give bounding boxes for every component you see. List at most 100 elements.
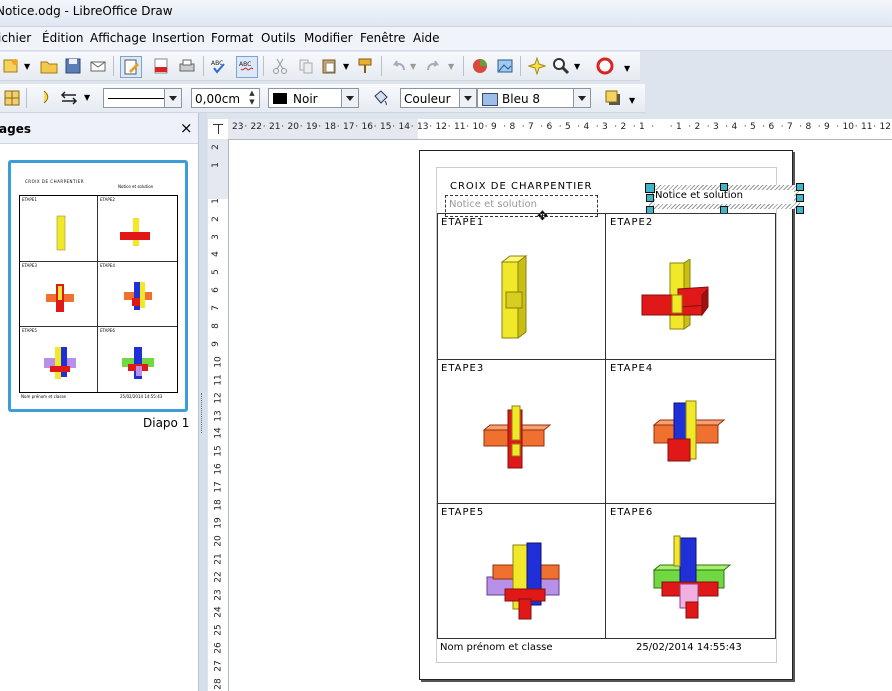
resize-handle[interactable] — [796, 194, 804, 202]
puzzle-image-step1[interactable] — [488, 254, 538, 344]
print-icon[interactable] — [178, 57, 196, 75]
ruler-tick-label: 10 — [213, 356, 224, 368]
menu-affichage[interactable]: Affichage — [90, 31, 146, 45]
redo-dropdown-icon[interactable]: ▼ — [448, 62, 454, 71]
zoom-icon[interactable] — [552, 57, 570, 75]
menu-aide[interactable]: Aide — [413, 31, 440, 45]
cut-icon[interactable] — [271, 57, 289, 75]
chevron-down-icon[interactable] — [341, 89, 358, 107]
selected-textbox-text[interactable]: Notice et solution — [655, 190, 743, 201]
thumbnail-footer-left: Nom prénom et classe — [21, 394, 67, 399]
fill-type-select[interactable]: Couleur — [400, 88, 477, 108]
menu-fichier[interactable]: ichier — [0, 31, 31, 45]
ruler-tick-mark: · — [355, 122, 359, 132]
help-icon[interactable] — [596, 57, 614, 75]
ruler-tick-mark: · — [244, 122, 248, 132]
menu-outils[interactable]: Outils — [261, 31, 296, 45]
document-title[interactable]: CROIX DE CHARPENTIER — [450, 181, 592, 192]
open-folder-icon[interactable] — [40, 57, 58, 75]
copy-icon[interactable] — [297, 57, 315, 75]
chevron-down-icon[interactable] — [164, 89, 181, 107]
line-style-icon[interactable] — [35, 89, 53, 107]
new-document-icon[interactable] — [2, 57, 20, 75]
paste-dropdown-icon[interactable]: ▼ — [343, 62, 349, 71]
insert-image-icon[interactable] — [496, 57, 514, 75]
thumbnail-cell-label: ETAPE6 — [100, 328, 115, 333]
menu-format[interactable]: Format — [211, 31, 253, 45]
toolbar-overflow-icon[interactable]: ▼ — [624, 64, 630, 73]
new-dropdown-icon[interactable]: ▼ — [24, 62, 30, 71]
footer-name[interactable]: Nom prénom et classe — [440, 642, 553, 653]
ruler-tick-mark: · — [262, 122, 266, 132]
menu-fenetre[interactable]: Fenêtre — [360, 31, 405, 45]
points-icon[interactable] — [528, 57, 546, 75]
ruler-tick-label: 5 — [750, 122, 756, 132]
footer-datetime[interactable]: 25/02/2014 14:55:43 — [636, 642, 742, 653]
arrow-style-icon[interactable] — [60, 89, 78, 107]
ruler-corner[interactable] — [208, 119, 229, 140]
ruler-tick-label: 9 — [210, 341, 221, 347]
menu-insertion[interactable]: Insertion — [152, 31, 205, 45]
arrow-style-dropdown-icon[interactable]: ▼ — [84, 93, 90, 102]
slide-thumbnail[interactable]: CROIX DE CHARPENTIER Notice et solution … — [8, 160, 188, 412]
email-icon[interactable] — [89, 57, 107, 75]
toolbar-overflow-icon[interactable]: ▼ — [629, 96, 635, 105]
edit-mode-icon[interactable] — [120, 56, 142, 78]
undo-icon[interactable] — [390, 57, 408, 75]
puzzle-image-step6[interactable] — [648, 534, 733, 624]
panel-splitter[interactable] — [199, 113, 207, 691]
thumbnail-grid-line — [20, 326, 177, 327]
splitter-grip[interactable] — [201, 393, 205, 433]
spellcheck-icon[interactable]: ABC — [210, 57, 228, 75]
document-page[interactable]: CROIX DE CHARPENTIER Notice et solution … — [419, 150, 804, 680]
resize-handle[interactable] — [720, 183, 728, 191]
ruler-tick-label: 19 — [213, 517, 224, 529]
save-icon[interactable] — [64, 57, 82, 75]
ruler-tick-mark: · — [762, 122, 766, 132]
puzzle-image-step2[interactable] — [638, 259, 728, 339]
resize-handle[interactable] — [645, 183, 655, 193]
puzzle-image-step5[interactable] — [483, 539, 568, 624]
puzzle-image-step4[interactable] — [648, 399, 728, 474]
ruler-tick-mark: · — [669, 122, 673, 132]
shadow-icon[interactable] — [604, 89, 622, 107]
svg-text:ABC: ABC — [239, 61, 251, 68]
export-pdf-icon[interactable] — [152, 57, 170, 75]
line-width-spinner[interactable]: ▲ ▼ — [245, 89, 259, 107]
line-color-select[interactable]: Noir — [268, 88, 359, 108]
line-style-select[interactable] — [103, 88, 182, 108]
title-bar: Notice.odg - LibreOffice Draw — [0, 0, 892, 27]
paste-icon[interactable] — [320, 57, 338, 75]
fill-color-select[interactable]: Bleu 8 — [477, 88, 591, 108]
ruler-tick-mark: · — [410, 122, 414, 132]
resize-handle[interactable] — [796, 183, 804, 191]
ruler-tick-label: 8 — [210, 323, 221, 329]
window-title: Notice.odg - LibreOffice Draw — [0, 4, 173, 18]
zoom-dropdown-icon[interactable]: ▼ — [574, 62, 580, 71]
autospellcheck-icon[interactable]: ABC — [236, 56, 258, 78]
close-icon[interactable]: × — [180, 119, 193, 137]
selected-textbox-body[interactable]: Notice et solution — [655, 190, 794, 204]
fill-bucket-icon[interactable] — [371, 89, 389, 107]
chart-icon[interactable] — [471, 57, 489, 75]
menu-edition[interactable]: Édition — [42, 31, 84, 45]
ruler-tick-mark: · — [799, 122, 803, 132]
clone-formatting-icon[interactable] — [356, 57, 374, 75]
undo-dropdown-icon[interactable]: ▼ — [410, 62, 416, 71]
chevron-down-icon[interactable] — [573, 89, 590, 107]
vertical-ruler[interactable]: 2 1 1 2 3 4 5 6 7 8 9 10 11 12 13 14 15 16 17 18 19 20 21 22 23 2… — [208, 139, 229, 691]
resize-handle[interactable] — [646, 194, 654, 202]
ruler-tick-mark: · — [817, 122, 821, 132]
menu-modifier[interactable]: Modifier — [304, 31, 353, 45]
horizontal-ruler[interactable]: 23 · 22 · 21 · 20 · 19 · 18 · 17 · 16 · 15 · 14 · 13 · 12 · 11 · 1… — [228, 119, 892, 140]
standard-toolbar: ▼ ABC ABC ▼ ▼ ▼ ▼ ▼ — [0, 52, 640, 81]
resize-handle[interactable] — [796, 206, 804, 214]
steps-table[interactable]: ETAPE1 ETAPE2 ETAPE3 ETAPE4 ETAPE5 ETAPE… — [437, 213, 776, 639]
area-icon[interactable] — [3, 89, 21, 107]
chevron-down-icon[interactable] — [459, 89, 476, 107]
redo-icon[interactable] — [424, 57, 442, 75]
puzzle-image-step3[interactable] — [478, 404, 558, 474]
thumbnail-puzzle-image — [44, 347, 76, 379]
menu-bar: ichier Édition Affichage Insertion Forma… — [0, 27, 892, 51]
thumbnail-cell-label: ETAPE5 — [22, 328, 37, 333]
